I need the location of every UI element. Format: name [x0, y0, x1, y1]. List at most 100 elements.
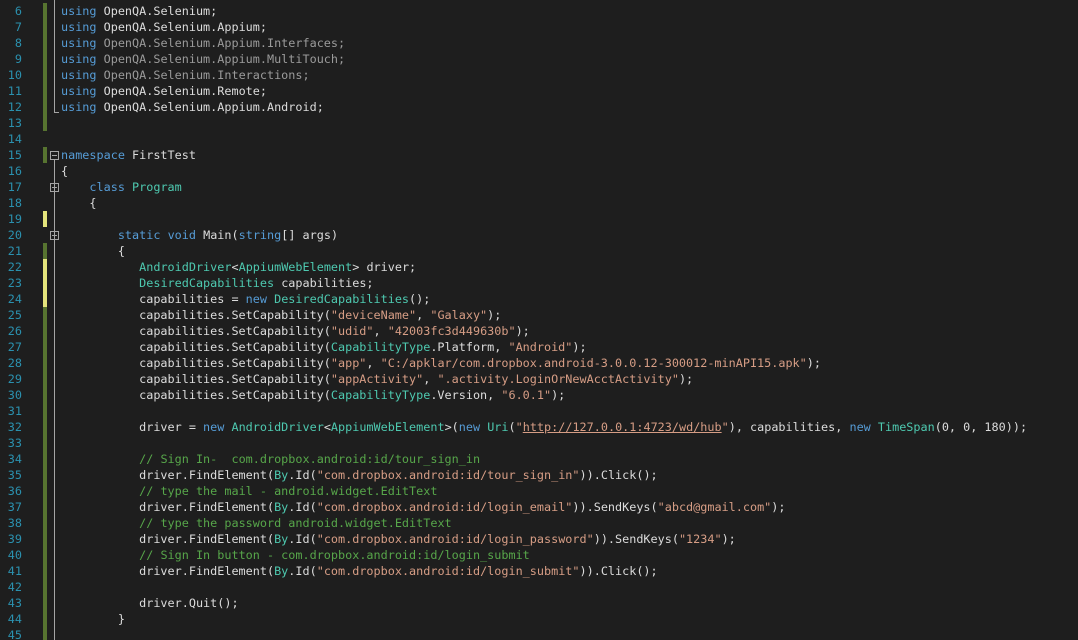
code-line[interactable]: 19 — [0, 211, 1078, 227]
code-token: AppiumWebElement — [330, 420, 445, 434]
code-token: // type the mail - android.widget.EditTe… — [139, 484, 438, 498]
code-token: static — [117, 228, 161, 242]
code-line[interactable]: 30 capabilities.SetCapability(Capability… — [0, 387, 1078, 403]
code-token: ); — [551, 388, 566, 402]
code-line[interactable]: 16 { — [0, 163, 1078, 179]
code-token: new — [849, 420, 871, 434]
code-token: using — [61, 20, 97, 34]
code-line[interactable]: 38 // type the password android.widget.E… — [0, 515, 1078, 531]
code-line[interactable]: 39 driver.FindElement(By.Id("com.dropbox… — [0, 531, 1078, 547]
code-line[interactable]: 20 static void Main(string[] args) — [0, 227, 1078, 243]
code-line[interactable]: 33 — [0, 435, 1078, 451]
code-line[interactable]: 14 — [0, 131, 1078, 147]
code-line[interactable]: 23 DesiredCapabilities capabilities; — [0, 275, 1078, 291]
code-text: // Sign In button - com.dropbox.android:… — [61, 547, 530, 563]
code-line[interactable]: 22 AndroidDriver<AppiumWebElement> drive… — [0, 259, 1078, 275]
change-marker-saved — [43, 35, 47, 51]
code-token: "42003fc3d449630b" — [387, 324, 516, 338]
code-line[interactable]: 45 — [0, 627, 1078, 640]
code-token: using — [61, 68, 97, 82]
code-line[interactable]: 15 namespace FirstTest — [0, 147, 1078, 163]
code-token: void — [167, 228, 196, 242]
code-line[interactable]: 42 — [0, 579, 1078, 595]
code-line[interactable]: 44 } — [0, 611, 1078, 627]
code-editor[interactable]: 6 using OpenQA.Selenium; 7 using OpenQA.Sel… — [0, 0, 1078, 640]
code-text: capabilities = new DesiredCapabilities()… — [61, 291, 430, 307]
code-line[interactable]: 7 using OpenQA.Selenium.Appium; — [0, 19, 1078, 35]
code-token: )).SendKeys( — [593, 532, 679, 546]
code-line[interactable]: 32 driver = new AndroidDriver<AppiumWebE… — [0, 419, 1078, 435]
code-line[interactable]: 29 capabilities.SetCapability("appActivi… — [0, 371, 1078, 387]
code-token: using — [61, 84, 97, 98]
code-token: [] args) — [281, 228, 339, 242]
code-line[interactable]: 40 // Sign In button - com.dropbox.andro… — [0, 547, 1078, 563]
collapse-icon[interactable] — [50, 151, 59, 160]
change-marker-saved — [43, 243, 47, 259]
code-line[interactable]: 10 using OpenQA.Selenium.Interactions; — [0, 67, 1078, 83]
line-number: 26 — [7, 324, 22, 338]
code-line[interactable]: 34 // Sign In- com.dropbox.android:id/to… — [0, 451, 1078, 467]
code-text: { — [61, 163, 68, 179]
code-token: (0, 0, 180)); — [934, 420, 1028, 434]
code-line[interactable]: 17 class Program — [0, 179, 1078, 195]
code-token: >( — [444, 420, 459, 434]
code-line[interactable]: 26 capabilities.SetCapability("udid", "4… — [0, 323, 1078, 339]
code-line[interactable]: 8 using OpenQA.Selenium.Appium.Interfaces… — [0, 35, 1078, 51]
code-line[interactable]: 21 { — [0, 243, 1078, 259]
code-line[interactable]: 12 using OpenQA.Selenium.Appium.Android; — [0, 99, 1078, 115]
code-text: class Program — [61, 179, 182, 195]
code-text: using OpenQA.Selenium.Appium; — [61, 19, 267, 35]
code-token: CapabilityType — [330, 340, 431, 354]
change-marker-saved — [43, 515, 47, 531]
code-line[interactable]: 36 // type the mail - android.widget.Edi… — [0, 483, 1078, 499]
code-token: capabilities.SetCapability( — [61, 340, 331, 354]
code-token: By — [274, 532, 289, 546]
code-token: AndroidDriver — [139, 260, 232, 274]
code-token: FirstTest — [124, 148, 196, 162]
code-line[interactable]: 31 — [0, 403, 1078, 419]
code-token[interactable]: http://127.0.0.1:4723/wd/hub — [523, 420, 722, 434]
code-text: capabilities.SetCapability("deviceName",… — [61, 307, 501, 323]
line-number: 11 — [7, 84, 22, 98]
change-marker-saved — [43, 323, 47, 339]
code-line[interactable]: 24 capabilities = new DesiredCapabilitie… — [0, 291, 1078, 307]
change-marker-saved — [43, 467, 47, 483]
code-line[interactable]: 28 capabilities.SetCapability("app", "C:… — [0, 355, 1078, 371]
code-line[interactable]: 41 driver.FindElement(By.Id("com.dropbox… — [0, 563, 1078, 579]
code-line[interactable]: 37 driver.FindElement(By.Id("com.dropbox… — [0, 499, 1078, 515]
code-line[interactable]: 13 — [0, 115, 1078, 131]
line-number: 44 — [7, 612, 22, 626]
code-line[interactable]: 27 capabilities.SetCapability(Capability… — [0, 339, 1078, 355]
code-line[interactable]: 35 driver.FindElement(By.Id("com.dropbox… — [0, 467, 1078, 483]
code-line[interactable]: 9 using OpenQA.Selenium.Appium.MultiTouch… — [0, 51, 1078, 67]
code-token: ( — [508, 420, 516, 434]
code-line[interactable]: 25 capabilities.SetCapability("deviceNam… — [0, 307, 1078, 323]
code-token: By — [274, 564, 289, 578]
change-marker-saved — [43, 307, 47, 323]
change-marker-saved — [43, 435, 47, 451]
change-marker-saved — [43, 355, 47, 371]
line-number: 32 — [7, 420, 22, 434]
code-text: namespace FirstTest — [61, 147, 196, 163]
code-text: AndroidDriver<AppiumWebElement> driver; — [61, 259, 416, 275]
code-text: driver = new AndroidDriver<AppiumWebElem… — [61, 419, 1027, 435]
code-text: // Sign In- com.dropbox.android:id/tour_… — [61, 451, 480, 467]
code-line[interactable]: 11 using OpenQA.Selenium.Remote; — [0, 83, 1078, 99]
code-line[interactable]: 18 { — [0, 195, 1078, 211]
code-line[interactable]: 43 driver.Quit(); — [0, 595, 1078, 611]
code-token: Program — [132, 180, 182, 194]
code-token: using — [61, 36, 97, 50]
code-token: .Id( — [288, 468, 317, 482]
code-line[interactable]: 6 using OpenQA.Selenium; — [0, 3, 1078, 19]
change-marker-saved — [43, 531, 47, 547]
code-token: driver.FindElement( — [61, 500, 275, 514]
line-number: 27 — [7, 340, 22, 354]
code-token: driver.FindElement( — [61, 532, 275, 546]
line-number: 23 — [7, 276, 22, 290]
code-text: using OpenQA.Selenium; — [61, 3, 217, 19]
code-text: using OpenQA.Selenium.Appium.Interfaces; — [61, 35, 345, 51]
code-token: ); — [678, 372, 694, 386]
code-token: (); — [409, 292, 431, 306]
